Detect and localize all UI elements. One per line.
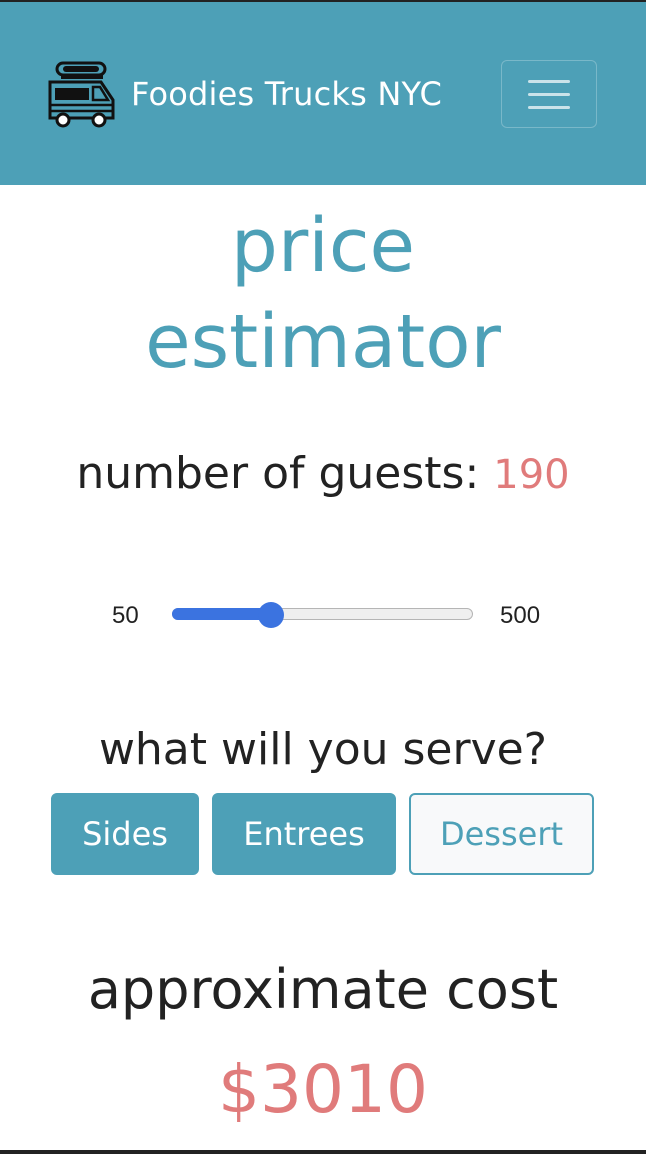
navbar: Foodies Trucks NYC	[0, 2, 646, 185]
slider-fill	[172, 608, 271, 620]
guests-heading: number of guests: 190	[0, 444, 646, 505]
hamburger-menu-icon	[528, 79, 570, 83]
food-truck-icon	[47, 60, 117, 128]
sides-button[interactable]: Sides	[51, 793, 199, 875]
brand-link[interactable]: Foodies Trucks NYC	[47, 60, 442, 128]
cost-value: $3010	[218, 1051, 428, 1128]
page-title-line2: estimator	[145, 299, 501, 385]
page: Foodies Trucks NYC price estimator numbe…	[0, 0, 646, 1154]
cost-label: approximate cost	[87, 958, 559, 1021]
guests-label: number of guests:	[76, 448, 494, 499]
slider-thumb[interactable]	[257, 602, 284, 628]
guests-slider[interactable]	[172, 602, 473, 628]
slider-min-label: 50	[112, 602, 139, 629]
hamburger-menu-icon	[528, 105, 570, 109]
hamburger-menu-icon	[528, 92, 570, 96]
brand-name: Foodies Trucks NYC	[131, 75, 443, 113]
serve-question: what will you serve?	[98, 724, 548, 775]
guests-value: 190	[493, 452, 570, 498]
menu-toggle-button[interactable]	[501, 60, 597, 128]
dessert-button[interactable]: Dessert	[409, 793, 594, 875]
page-title-line1: price	[230, 203, 416, 289]
slider-max-label: 500	[500, 602, 541, 629]
entrees-button[interactable]: Entrees	[212, 793, 396, 875]
